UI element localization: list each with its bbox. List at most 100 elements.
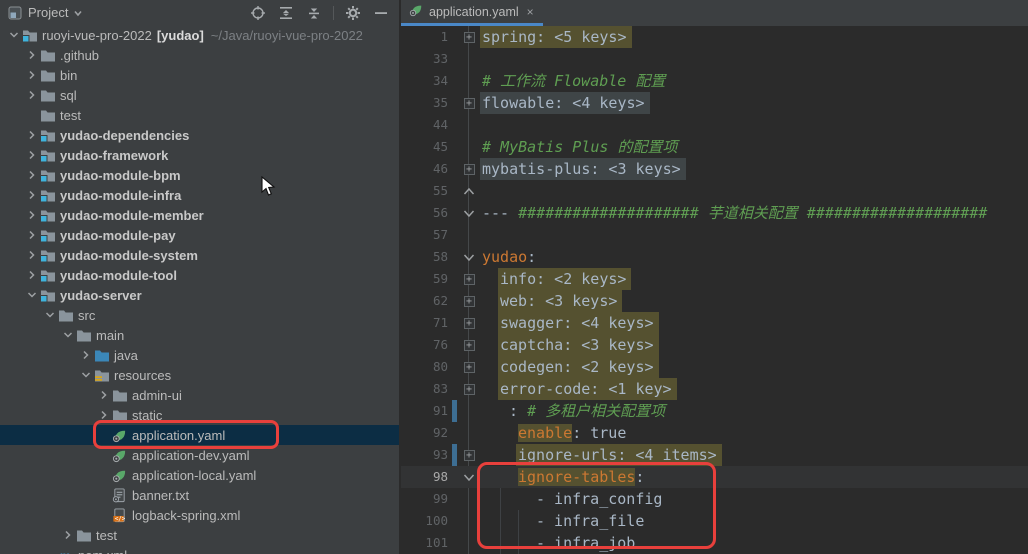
editor-line-91[interactable]: 91: # 多租户相关配置项: [401, 400, 1028, 422]
tree-item-yudao-module-system[interactable]: yudao-module-system: [0, 245, 399, 265]
fold-expand-icon[interactable]: +: [464, 98, 475, 109]
chevron-down-icon[interactable]: [24, 289, 40, 301]
fold-open-marker[interactable]: [461, 202, 477, 224]
tree-item-application-dev.yaml[interactable]: application-dev.yaml: [0, 445, 399, 465]
editor-line-98[interactable]: 98ignore-tables:: [401, 466, 1028, 488]
editor-line-35[interactable]: 35+flowable: <4 keys>: [401, 92, 1028, 114]
locate-icon[interactable]: [250, 5, 266, 21]
fold-expand-marker[interactable]: +: [461, 92, 477, 114]
tree-item-main[interactable]: main: [0, 325, 399, 345]
panel-title[interactable]: Project: [28, 5, 68, 20]
tree-item-yudao-module-bpm[interactable]: yudao-module-bpm: [0, 165, 399, 185]
editor-line-76[interactable]: 76+captcha: <3 keys>: [401, 334, 1028, 356]
chevron-right-icon[interactable]: [24, 269, 40, 281]
editor-line-80[interactable]: 80+codegen: <2 keys>: [401, 356, 1028, 378]
tree-item-yudao-module-pay[interactable]: yudao-module-pay: [0, 225, 399, 245]
collapse-all-icon[interactable]: [306, 5, 322, 21]
panel-title-dropdown-icon[interactable]: [73, 8, 83, 18]
fold-expand-icon[interactable]: +: [464, 450, 475, 461]
chevron-right-icon[interactable]: [24, 249, 40, 261]
chevron-right-icon[interactable]: [24, 209, 40, 221]
close-tab-icon[interactable]: ×: [527, 5, 534, 19]
chevron-right-icon[interactable]: [24, 89, 40, 101]
chevron-right-icon[interactable]: [24, 129, 40, 141]
tree-item-resources[interactable]: resources: [0, 365, 399, 385]
fold-expand-marker[interactable]: +: [461, 312, 477, 334]
tree-item-test[interactable]: test: [0, 105, 399, 125]
fold-expand-marker[interactable]: +: [461, 334, 477, 356]
editor-line-100[interactable]: 100- infra_file: [401, 510, 1028, 532]
editor-line-92[interactable]: 92enable: true: [401, 422, 1028, 444]
chevron-right-icon[interactable]: [24, 149, 40, 161]
tree-item-.github[interactable]: .github: [0, 45, 399, 65]
editor-line-57[interactable]: 57: [401, 224, 1028, 246]
fold-open-marker[interactable]: [461, 466, 477, 488]
editor-line-45[interactable]: 45# MyBatis Plus 的配置项: [401, 136, 1028, 158]
fold-expand-icon[interactable]: +: [464, 340, 475, 351]
fold-expand-icon[interactable]: +: [464, 274, 475, 285]
fold-expand-icon[interactable]: +: [464, 318, 475, 329]
editor-line-99[interactable]: 99- infra_config: [401, 488, 1028, 510]
tree-item-test[interactable]: test: [0, 525, 399, 545]
fold-expand-marker[interactable]: +: [461, 444, 477, 466]
editor-line-83[interactable]: 83+error-code: <1 key>: [401, 378, 1028, 400]
fold-expand-icon[interactable]: +: [464, 362, 475, 373]
fold-expand-marker[interactable]: +: [461, 356, 477, 378]
chevron-down-icon[interactable]: [78, 369, 94, 381]
tree-item-yudao-module-member[interactable]: yudao-module-member: [0, 205, 399, 225]
tree-item-banner.txt[interactable]: banner.txt: [0, 485, 399, 505]
tree-item-yudao-server[interactable]: yudao-server: [0, 285, 399, 305]
fold-expand-marker[interactable]: +: [461, 26, 477, 48]
fold-expand-marker[interactable]: +: [461, 378, 477, 400]
editor-line-58[interactable]: 58yudao:: [401, 246, 1028, 268]
chevron-down-icon[interactable]: [42, 309, 58, 321]
tree-item-yudao-module-tool[interactable]: yudao-module-tool: [0, 265, 399, 285]
fold-expand-icon[interactable]: +: [464, 164, 475, 175]
tree-item-logback-spring.xml[interactable]: </>logback-spring.xml: [0, 505, 399, 525]
editor-line-46[interactable]: 46+mybatis-plus: <3 keys>: [401, 158, 1028, 180]
chevron-right-icon[interactable]: [60, 529, 76, 541]
tree-item-ruoyi-vue-pro-2022[interactable]: ruoyi-vue-pro-2022[yudao]~/Java/ruoyi-vu…: [0, 25, 399, 45]
editor-line-1[interactable]: 1+spring: <5 keys>: [401, 26, 1028, 48]
settings-icon[interactable]: [345, 5, 361, 21]
editor-line-71[interactable]: 71+swagger: <4 keys>: [401, 312, 1028, 334]
chevron-right-icon[interactable]: [24, 229, 40, 241]
editor-line-93[interactable]: 93+ignore-urls: <4 items>: [401, 444, 1028, 466]
tree-item-admin-ui[interactable]: admin-ui: [0, 385, 399, 405]
editor-line-101[interactable]: 101- infra_job: [401, 532, 1028, 554]
fold-expand-marker[interactable]: +: [461, 290, 477, 312]
editor-line-44[interactable]: 44: [401, 114, 1028, 136]
tree-item-application.yaml[interactable]: application.yaml: [0, 425, 399, 445]
chevron-down-icon[interactable]: [60, 329, 76, 341]
editor-line-56[interactable]: 56--- #################### 芋道相关配置 ######…: [401, 202, 1028, 224]
chevron-right-icon[interactable]: [78, 349, 94, 361]
hide-panel-icon[interactable]: [373, 5, 389, 21]
tree-item-application-local.yaml[interactable]: application-local.yaml: [0, 465, 399, 485]
fold-end-marker[interactable]: [461, 180, 477, 202]
tree-item-yudao-framework[interactable]: yudao-framework: [0, 145, 399, 165]
chevron-down-icon[interactable]: [6, 29, 22, 41]
chevron-right-icon[interactable]: [96, 409, 112, 421]
tree-item-static[interactable]: static: [0, 405, 399, 425]
fold-expand-marker[interactable]: +: [461, 268, 477, 290]
fold-expand-icon[interactable]: +: [464, 32, 475, 43]
tree-item-bin[interactable]: bin: [0, 65, 399, 85]
chevron-right-icon[interactable]: [24, 189, 40, 201]
tree-item-java[interactable]: java: [0, 345, 399, 365]
tree-item-src[interactable]: src: [0, 305, 399, 325]
chevron-right-icon[interactable]: [96, 389, 112, 401]
tab-application-yaml[interactable]: application.yaml ×: [401, 0, 543, 26]
tree-item-yudao-module-infra[interactable]: yudao-module-infra: [0, 185, 399, 205]
editor-line-62[interactable]: 62+web: <3 keys>: [401, 290, 1028, 312]
chevron-right-icon[interactable]: [24, 69, 40, 81]
chevron-right-icon[interactable]: [24, 169, 40, 181]
tree-item-sql[interactable]: sql: [0, 85, 399, 105]
editor-line-59[interactable]: 59+info: <2 keys>: [401, 268, 1028, 290]
editor-line-55[interactable]: 55: [401, 180, 1028, 202]
expand-all-icon[interactable]: [278, 5, 294, 21]
chevron-right-icon[interactable]: [24, 49, 40, 61]
fold-open-marker[interactable]: [461, 246, 477, 268]
tree-item-yudao-dependencies[interactable]: yudao-dependencies: [0, 125, 399, 145]
editor-line-33[interactable]: 33: [401, 48, 1028, 70]
fold-expand-marker[interactable]: +: [461, 158, 477, 180]
